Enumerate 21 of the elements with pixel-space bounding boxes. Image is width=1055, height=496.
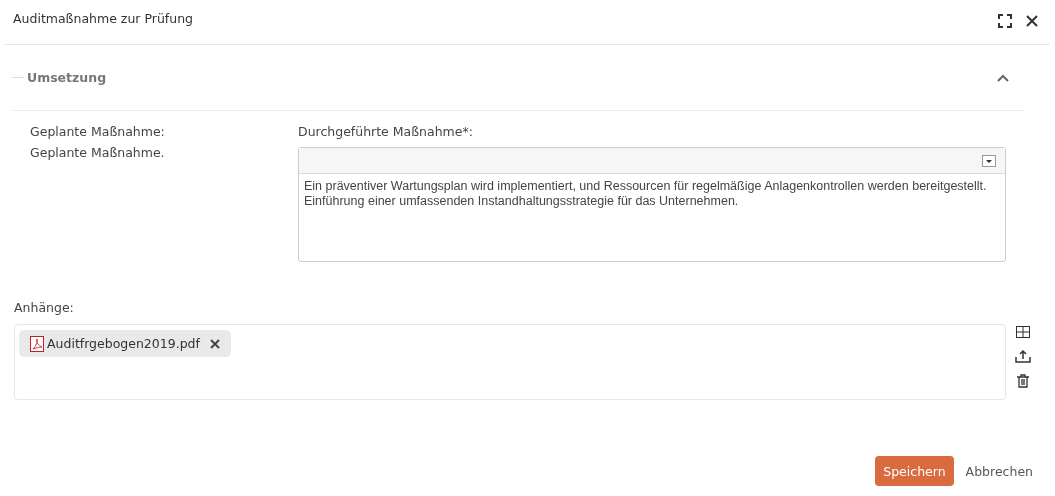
cancel-button[interactable]: Abbrechen [957,456,1041,486]
fullscreen-icon[interactable] [998,14,1012,28]
close-icon[interactable] [1026,15,1038,27]
file-chip[interactable]: Auditfrgebogen2019.pdf [19,330,231,357]
planned-value: Geplante Maßnahme. [30,145,166,160]
trash-icon[interactable] [1017,374,1029,388]
attachments-label: Anhänge: [14,300,75,315]
remove-icon[interactable] [209,338,220,349]
file-name: Auditfrgebogen2019.pdf [47,336,200,351]
planned-label: Geplante Maßnahme: [30,124,166,139]
dialog-title: Auditmaßnahme zur Prüfung [13,10,193,26]
attachments-box[interactable]: Auditfrgebogen2019.pdf [14,324,1006,400]
pdf-file-icon [30,335,45,352]
table-icon[interactable] [1016,326,1030,338]
section-title: Umsetzung [27,70,107,85]
rich-text-editor[interactable]: Ein präventiver Wartungsplan wird implementiert, und Ressourcen für regelmäßige Anlagenkontrollen werden bereitgestellt. Einführung einer umfassenden Instandhaltungsstrategie für das Unternehmen. [298,147,1006,262]
chevron-up-icon[interactable] [997,73,1009,82]
upload-icon[interactable] [1015,349,1031,363]
dropdown-icon[interactable] [982,154,996,167]
performed-label: Durchgeführte Maßnahme*: [298,124,474,139]
performed-text: Ein präventiver Wartungsplan wird implementiert, und Ressourcen für regelmäßige Anlagenkontrollen werden bereitgestellt. Einführung einer umfassenden Instandhaltungsstrategie für das Unternehmen. [303,178,988,210]
